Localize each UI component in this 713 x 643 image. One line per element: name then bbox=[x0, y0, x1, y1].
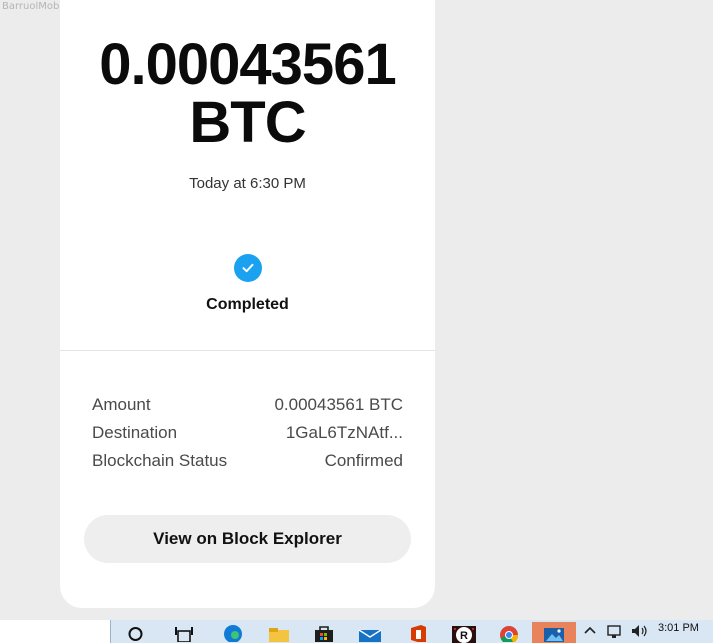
detail-value: 0.00043561 BTC bbox=[274, 395, 403, 414]
chrome-icon[interactable] bbox=[494, 622, 524, 643]
amount-value: 0.00043561 bbox=[99, 32, 396, 97]
office-icon[interactable] bbox=[403, 622, 433, 643]
detail-row-blockchain-status: Blockchain Status Confirmed bbox=[92, 451, 403, 479]
detail-value: Confirmed bbox=[324, 451, 403, 470]
detail-value[interactable]: 1GaL6TzNAtf... bbox=[286, 423, 403, 451]
view-on-block-explorer-button[interactable]: View on Block Explorer bbox=[84, 515, 411, 563]
transaction-timestamp: Today at 6:30 PM bbox=[189, 175, 306, 192]
r-app-icon[interactable]: R bbox=[449, 622, 479, 643]
transaction-card: 0.00043561 BTC Today at 6:30 PM Complete… bbox=[60, 0, 435, 608]
svg-text:R: R bbox=[460, 630, 468, 642]
file-explorer-icon[interactable] bbox=[264, 622, 294, 643]
watermark: BarruolMob bbox=[2, 1, 60, 12]
status-label: Completed bbox=[206, 296, 289, 313]
taskbar-search-box[interactable] bbox=[0, 620, 111, 643]
amount-unit: BTC bbox=[189, 90, 306, 155]
mail-icon[interactable] bbox=[355, 622, 385, 643]
search-icon[interactable] bbox=[122, 622, 152, 643]
photos-icon[interactable] bbox=[532, 622, 576, 643]
taskbar-clock[interactable]: 3:01 PM bbox=[658, 622, 699, 634]
divider bbox=[60, 350, 435, 351]
detail-label: Destination bbox=[92, 423, 178, 442]
detail-label: Amount bbox=[92, 395, 151, 414]
amount-display: 0.00043561 BTC bbox=[60, 36, 435, 152]
network-icon[interactable] bbox=[606, 623, 624, 642]
task-view-icon[interactable] bbox=[169, 622, 199, 643]
taskbar: R 3:01 PM bbox=[0, 620, 713, 643]
detail-row-amount: Amount 0.00043561 BTC bbox=[92, 395, 403, 423]
detail-label: Blockchain Status bbox=[92, 451, 228, 470]
edge-icon[interactable] bbox=[218, 622, 248, 643]
check-icon bbox=[234, 254, 262, 282]
chevron-up-icon[interactable] bbox=[583, 623, 597, 640]
store-icon[interactable] bbox=[309, 622, 339, 643]
volume-icon[interactable] bbox=[630, 623, 650, 642]
detail-row-destination: Destination 1GaL6TzNAtf... bbox=[92, 423, 403, 451]
details-list: Amount 0.00043561 BTC Destination 1GaL6T… bbox=[92, 395, 403, 479]
